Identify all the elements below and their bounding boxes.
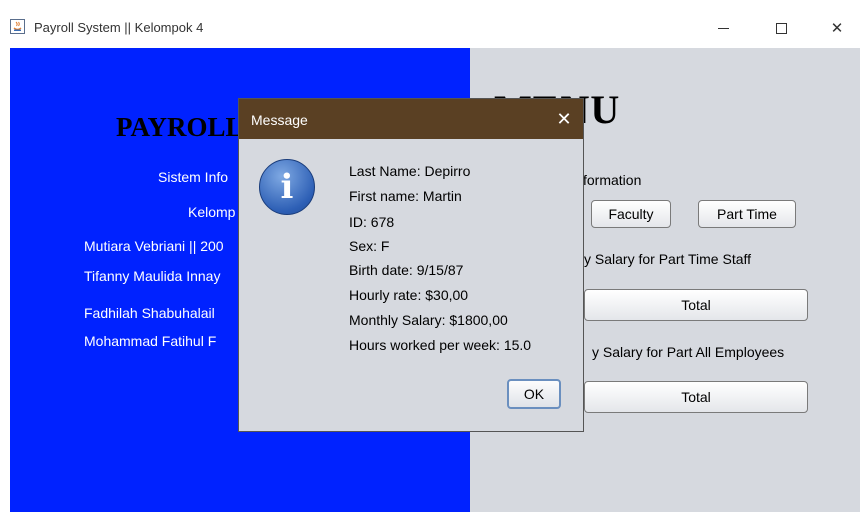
- window-title: Payroll System || Kelompok 4: [34, 20, 204, 35]
- minimize-icon: [717, 27, 729, 29]
- information-label: formation: [583, 172, 642, 188]
- part-time-salary-label: y Salary for Part Time Staff: [584, 251, 752, 267]
- total-all-employees-button[interactable]: Total: [584, 381, 808, 413]
- part-time-button[interactable]: Part Time: [698, 200, 796, 228]
- all-employees-salary-label: y Salary for Part All Employees: [592, 344, 785, 360]
- ok-button[interactable]: OK: [507, 379, 561, 409]
- dialog-line-last-name: Last Name: Depirro: [349, 163, 471, 179]
- faculty-button[interactable]: Faculty: [591, 200, 671, 228]
- subtitle-text: Sistem Info: [158, 169, 229, 185]
- total-part-time-button[interactable]: Total: [584, 289, 808, 321]
- info-icon: i: [259, 159, 315, 215]
- dialog-line-sex: Sex: F: [349, 238, 390, 254]
- close-button[interactable]: ✕: [814, 12, 860, 44]
- dialog-line-hours-worked: Hours worked per week: 15.0: [349, 337, 532, 353]
- member-3: Fadhilah Shabuhalail: [84, 305, 215, 321]
- java-app-icon: [10, 19, 25, 34]
- dialog-line-id: ID: 678: [349, 214, 395, 230]
- close-icon: ✕: [556, 108, 572, 129]
- member-1: Mutiara Vebriani || 200: [84, 238, 224, 254]
- dialog-title: Message: [251, 112, 308, 128]
- dialog-line-monthly-salary: Monthly Salary: $1800,00: [349, 312, 508, 328]
- dialog-titlebar: Message ✕: [239, 99, 583, 139]
- group-text: Kelomp: [188, 204, 236, 220]
- window-titlebar: Payroll System || Kelompok 4 ✕: [0, 0, 860, 48]
- payroll-title: PAYROLL: [116, 112, 244, 142]
- maximize-button[interactable]: [758, 12, 804, 44]
- maximize-icon: [775, 22, 787, 34]
- dialog-line-birth-date: Birth date: 9/15/87: [349, 262, 464, 278]
- dialog-close-button[interactable]: ✕: [551, 107, 577, 131]
- member-4: Mohammad Fatihul F: [84, 333, 217, 349]
- dialog-line-hourly-rate: Hourly rate: $30,00: [349, 287, 469, 303]
- message-dialog: Message ✕ i Last Name: Depirro First nam…: [238, 98, 584, 432]
- close-icon: ✕: [830, 20, 844, 37]
- member-2: Tifanny Maulida Innay: [84, 268, 221, 284]
- minimize-button[interactable]: [700, 12, 746, 44]
- dialog-line-first-name: First name: Martin: [349, 188, 462, 204]
